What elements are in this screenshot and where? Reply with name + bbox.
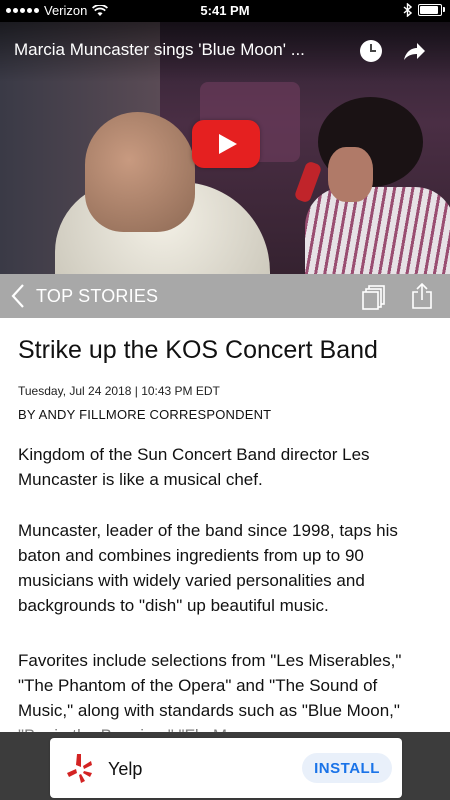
ad-app-name: Yelp [108, 759, 143, 779]
play-button[interactable] [192, 120, 260, 168]
video-title[interactable]: Marcia Muncaster sings 'Blue Moon' ... [14, 40, 354, 60]
share-arrow-icon[interactable] [401, 38, 427, 64]
nav-bar: TOP STORIES [0, 274, 450, 318]
yelp-logo-icon [67, 754, 92, 783]
install-button[interactable]: INSTALL [302, 753, 392, 783]
article-headline: Strike up the KOS Concert Band [18, 336, 378, 364]
back-button[interactable]: TOP STORIES [6, 274, 158, 318]
back-label: TOP STORIES [36, 285, 159, 306]
article-dateline: Tuesday, Jul 24 2018 | 10:43 PM EDT [18, 384, 220, 398]
status-right [403, 3, 445, 17]
chevron-left-icon [11, 284, 24, 308]
battery-icon [418, 4, 445, 16]
video-player[interactable]: Marcia Muncaster sings 'Blue Moon' ... [0, 22, 450, 274]
article-byline: BY ANDY FILLMORE CORRESPONDENT [18, 407, 272, 422]
status-time: 5:41 PM [200, 3, 250, 18]
copies-icon[interactable] [362, 284, 386, 310]
article-paragraph: Muncaster, leader of the band since 1998… [18, 521, 398, 615]
video-figure-woman [305, 187, 450, 274]
share-icon[interactable] [410, 282, 434, 310]
watch-later-clock-icon[interactable] [360, 40, 382, 62]
bluetooth-icon [403, 3, 412, 17]
status-bar: Verizon 5:41 PM [0, 0, 450, 22]
article-paragraph: Kingdom of the Sun Concert Band director… [18, 445, 370, 489]
